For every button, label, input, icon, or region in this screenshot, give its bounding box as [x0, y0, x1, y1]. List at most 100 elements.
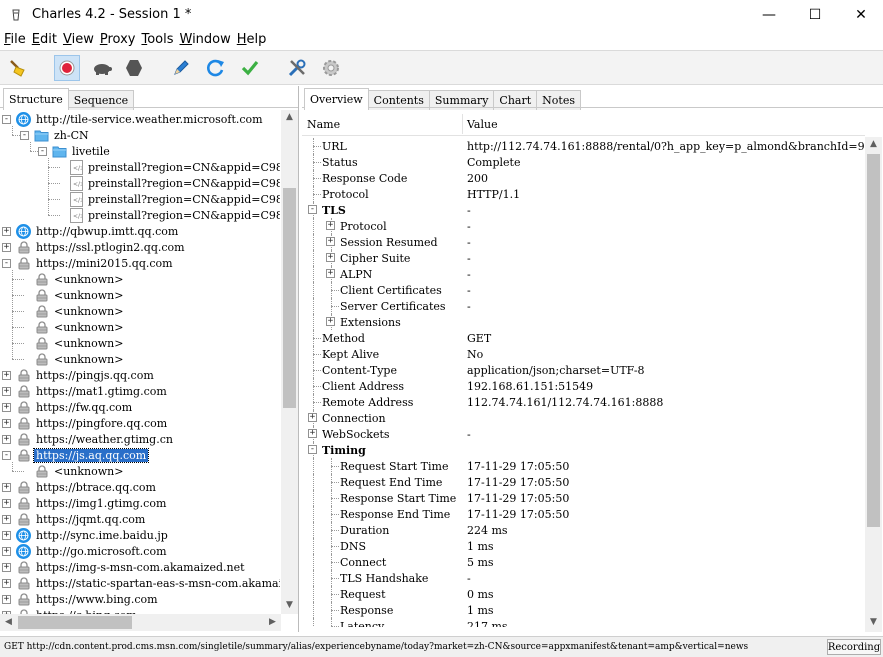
- overview-table[interactable]: URL http://112.74.74.161:8888/rental/0?h_…: [302, 137, 865, 627]
- overview-row[interactable]: Status Complete: [302, 154, 865, 170]
- overview-row[interactable]: - TLS -: [302, 202, 865, 218]
- scroll-down-icon[interactable]: ▼: [281, 600, 298, 610]
- overview-row[interactable]: + Extensions: [302, 314, 865, 330]
- expand-icon[interactable]: +: [2, 595, 11, 604]
- overview-row[interactable]: + ALPN -: [302, 266, 865, 282]
- overview-row[interactable]: DNS 1 ms: [302, 538, 865, 554]
- overview-row[interactable]: Protocol HTTP/1.1: [302, 186, 865, 202]
- overview-row[interactable]: Response Start Time 17-11-29 17:05:50: [302, 490, 865, 506]
- expand-icon[interactable]: +: [2, 387, 11, 396]
- clear-session-button[interactable]: [5, 55, 31, 81]
- expand-icon[interactable]: +: [308, 429, 317, 438]
- scroll-up-icon[interactable]: ▲: [281, 112, 298, 122]
- column-header-value[interactable]: Value: [462, 112, 498, 136]
- tree-node[interactable]: zh-CN: [34, 127, 91, 143]
- expand-icon[interactable]: +: [2, 371, 11, 380]
- minimize-button[interactable]: —: [746, 0, 792, 29]
- tree-node[interactable]: http://tile-service.weather.microsoft.co…: [16, 111, 265, 127]
- expand-icon[interactable]: +: [2, 403, 11, 412]
- tree-node[interactable]: https://pingfore.qq.com: [16, 415, 169, 431]
- compose-button[interactable]: [168, 55, 194, 81]
- expand-icon[interactable]: +: [2, 227, 11, 236]
- menu-window[interactable]: Window: [177, 32, 234, 47]
- tree-node[interactable]: </> preinstall?region=CN&appid=C98EA5B084…: [70, 175, 280, 191]
- collapse-icon[interactable]: -: [308, 205, 317, 214]
- scroll-down-icon[interactable]: ▼: [865, 617, 882, 627]
- expand-icon[interactable]: +: [2, 547, 11, 556]
- overview-row[interactable]: + WebSockets -: [302, 426, 865, 442]
- overview-row[interactable]: TLS Handshake -: [302, 570, 865, 586]
- menu-help[interactable]: Help: [235, 32, 271, 47]
- repeat-button[interactable]: [203, 55, 229, 81]
- menu-edit[interactable]: Edit: [30, 32, 61, 47]
- overview-vscroll-thumb[interactable]: [867, 154, 880, 527]
- record-button[interactable]: [54, 55, 80, 81]
- overview-row[interactable]: + Cipher Suite -: [302, 250, 865, 266]
- overview-row[interactable]: Connect 5 ms: [302, 554, 865, 570]
- tree-node[interactable]: </> preinstall?region=CN&appid=C98EA5B084…: [70, 191, 280, 207]
- expand-icon[interactable]: +: [308, 413, 317, 422]
- overview-row[interactable]: Response 1 ms: [302, 602, 865, 618]
- expand-icon[interactable]: +: [326, 221, 335, 230]
- overview-row[interactable]: Client Certificates -: [302, 282, 865, 298]
- overview-row[interactable]: Method GET: [302, 330, 865, 346]
- overview-row[interactable]: + Connection: [302, 410, 865, 426]
- tree-node[interactable]: https://mat1.gtimg.com: [16, 383, 169, 399]
- tools-button[interactable]: [284, 55, 310, 81]
- breakpoints-button[interactable]: [121, 55, 147, 81]
- throttle-button[interactable]: [89, 55, 115, 81]
- collapse-icon[interactable]: -: [20, 131, 29, 140]
- tree-node[interactable]: <unknown>: [34, 271, 125, 287]
- overview-row[interactable]: + Protocol -: [302, 218, 865, 234]
- overview-row[interactable]: Response End Time 17-11-29 17:05:50: [302, 506, 865, 522]
- settings-button[interactable]: [318, 55, 344, 81]
- overview-row[interactable]: Request End Time 17-11-29 17:05:50: [302, 474, 865, 490]
- expand-icon[interactable]: +: [2, 243, 11, 252]
- expand-icon[interactable]: +: [326, 253, 335, 262]
- menu-tools[interactable]: Tools: [139, 32, 177, 47]
- expand-icon[interactable]: +: [2, 419, 11, 428]
- tree-node[interactable]: livetile: [52, 143, 112, 159]
- tree-node[interactable]: https://jqmt.qq.com: [16, 511, 147, 527]
- collapse-icon[interactable]: -: [2, 451, 11, 460]
- overview-row[interactable]: - Timing: [302, 442, 865, 458]
- tree-node[interactable]: <unknown>: [34, 463, 125, 479]
- scroll-up-icon[interactable]: ▲: [865, 139, 882, 149]
- tree-node[interactable]: https://www.bing.com: [16, 591, 160, 607]
- tree-node[interactable]: https://ssl.ptlogin2.qq.com: [16, 239, 187, 255]
- overview-row[interactable]: + Session Resumed -: [302, 234, 865, 250]
- overview-row[interactable]: Remote Address 112.74.74.161/112.74.74.16…: [302, 394, 865, 410]
- expand-icon[interactable]: +: [326, 237, 335, 246]
- overview-row[interactable]: Server Certificates -: [302, 298, 865, 314]
- overview-row[interactable]: Kept Alive No: [302, 346, 865, 362]
- tree-node[interactable]: https://mini2015.qq.com: [16, 255, 175, 271]
- tree-node[interactable]: http://qbwup.imtt.qq.com: [16, 223, 180, 239]
- tree-vertical-scrollbar[interactable]: ▲ ▼: [281, 110, 298, 614]
- tree-node[interactable]: http://sync.ime.baidu.jp: [16, 527, 170, 543]
- overview-row[interactable]: Latency 217 ms: [302, 618, 865, 627]
- menu-file[interactable]: File: [2, 32, 30, 47]
- tree-node[interactable]: https://img-s-msn-com.akamaized.net: [16, 559, 247, 575]
- overview-vertical-scrollbar[interactable]: ▲ ▼: [865, 137, 882, 632]
- tree-hscroll-thumb[interactable]: [18, 616, 132, 629]
- maximize-button[interactable]: ☐: [792, 0, 838, 29]
- tree-node[interactable]: https://weather.gtimg.cn: [16, 431, 175, 447]
- collapse-icon[interactable]: -: [308, 445, 317, 454]
- expand-icon[interactable]: +: [2, 515, 11, 524]
- menu-proxy[interactable]: Proxy: [98, 32, 140, 47]
- right-tab-overview[interactable]: Overview: [304, 88, 369, 110]
- collapse-icon[interactable]: -: [2, 259, 11, 268]
- tree-node[interactable]: https://c.bing.com: [16, 607, 139, 614]
- overview-row[interactable]: Request Start Time 17-11-29 17:05:50: [302, 458, 865, 474]
- tree-node[interactable]: <unknown>: [34, 351, 125, 367]
- scroll-left-icon[interactable]: ◀: [0, 617, 17, 627]
- tree-node[interactable]: </> preinstall?region=CN&appid=C98EA5B084…: [70, 159, 280, 175]
- tree-node[interactable]: https://js.aq.qq.com: [16, 447, 150, 463]
- overview-row[interactable]: Client Address 192.168.61.151:51549: [302, 378, 865, 394]
- overview-row[interactable]: Request 0 ms: [302, 586, 865, 602]
- overview-row[interactable]: URL http://112.74.74.161:8888/rental/0?h_…: [302, 138, 865, 154]
- recording-indicator[interactable]: Recording: [827, 639, 881, 655]
- collapse-icon[interactable]: -: [38, 147, 47, 156]
- expand-icon[interactable]: +: [2, 531, 11, 540]
- tree-node[interactable]: <unknown>: [34, 287, 125, 303]
